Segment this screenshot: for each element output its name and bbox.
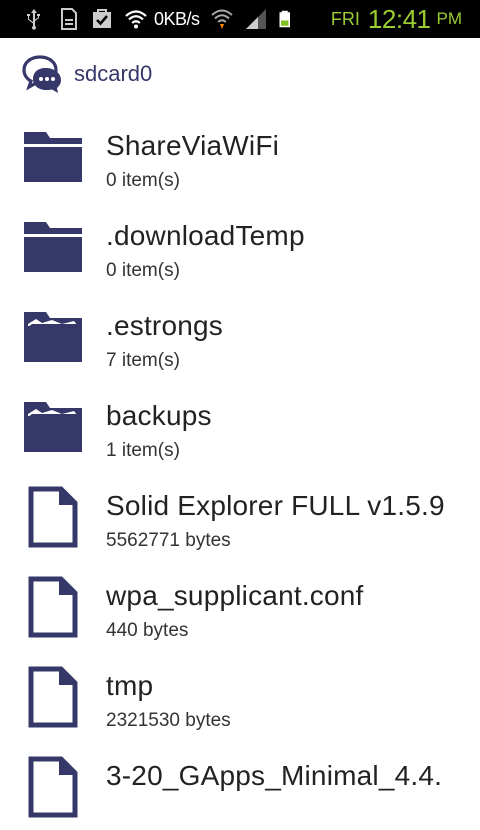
chat-bubbles-icon[interactable] xyxy=(22,54,64,94)
list-item[interactable]: wpa_supplicant.conf 440 bytes xyxy=(0,560,480,650)
item-details: 1 item(s) xyxy=(106,440,180,461)
list-item[interactable]: 3-20_GApps_Minimal_4.4. xyxy=(0,740,480,830)
status-bar: 0KB/s FRI 12:41 PM xyxy=(0,0,480,38)
battery-icon xyxy=(279,10,290,28)
file-icon xyxy=(28,666,78,728)
folder-icon xyxy=(24,132,82,182)
app-header[interactable]: sdcard0 xyxy=(0,38,480,110)
item-name: backups xyxy=(106,400,212,431)
signal-icon xyxy=(245,9,266,29)
list-item[interactable]: tmp 2321530 bytes xyxy=(0,650,480,740)
current-path-title[interactable]: sdcard0 xyxy=(74,61,152,87)
status-ampm: PM xyxy=(436,9,463,28)
list-item[interactable]: Solid Explorer FULL v1.5.9 5562771 bytes xyxy=(0,470,480,560)
item-details: 2321530 bytes xyxy=(106,710,231,731)
item-name: wpa_supplicant.conf xyxy=(106,580,364,611)
item-details: 0 item(s) xyxy=(106,260,180,281)
folder-open-icon xyxy=(24,312,82,362)
status-time: 12:41 xyxy=(367,3,431,34)
item-details: 440 bytes xyxy=(106,620,189,641)
wifi-activity-icon xyxy=(210,9,233,29)
wifi-icon xyxy=(125,10,147,29)
item-name: ShareViaWiFi xyxy=(106,130,280,161)
bag-check-icon xyxy=(93,9,111,28)
status-bar-right: FRI 12:41 PM xyxy=(321,0,480,38)
file-list: ShareViaWiFi 0 item(s) .downloadTemp 0 i… xyxy=(0,110,480,830)
item-name: .downloadTemp xyxy=(106,220,305,251)
item-name: 3-20_GApps_Minimal_4.4. xyxy=(106,760,443,791)
status-bar-left: 0KB/s xyxy=(0,0,296,38)
list-item[interactable]: .downloadTemp 0 item(s) xyxy=(0,200,480,290)
item-name: .estrongs xyxy=(106,310,223,341)
item-name: Solid Explorer FULL v1.5.9 xyxy=(106,490,445,521)
list-item[interactable]: ShareViaWiFi 0 item(s) xyxy=(0,110,480,200)
item-details: 7 item(s) xyxy=(106,350,180,371)
sdcard-icon xyxy=(61,8,77,30)
file-icon xyxy=(28,486,78,548)
file-icon xyxy=(28,756,78,818)
status-day: FRI xyxy=(330,8,360,29)
folder-icon xyxy=(24,222,82,272)
item-details: 5562771 bytes xyxy=(106,530,231,551)
list-item[interactable]: .estrongs 7 item(s) xyxy=(0,290,480,380)
folder-open-icon xyxy=(24,402,82,452)
usb-icon xyxy=(27,9,40,30)
item-name: tmp xyxy=(106,670,154,701)
file-icon xyxy=(28,576,78,638)
list-item[interactable]: backups 1 item(s) xyxy=(0,380,480,470)
network-speed: 0KB/s xyxy=(154,8,200,29)
item-details: 0 item(s) xyxy=(106,170,180,191)
